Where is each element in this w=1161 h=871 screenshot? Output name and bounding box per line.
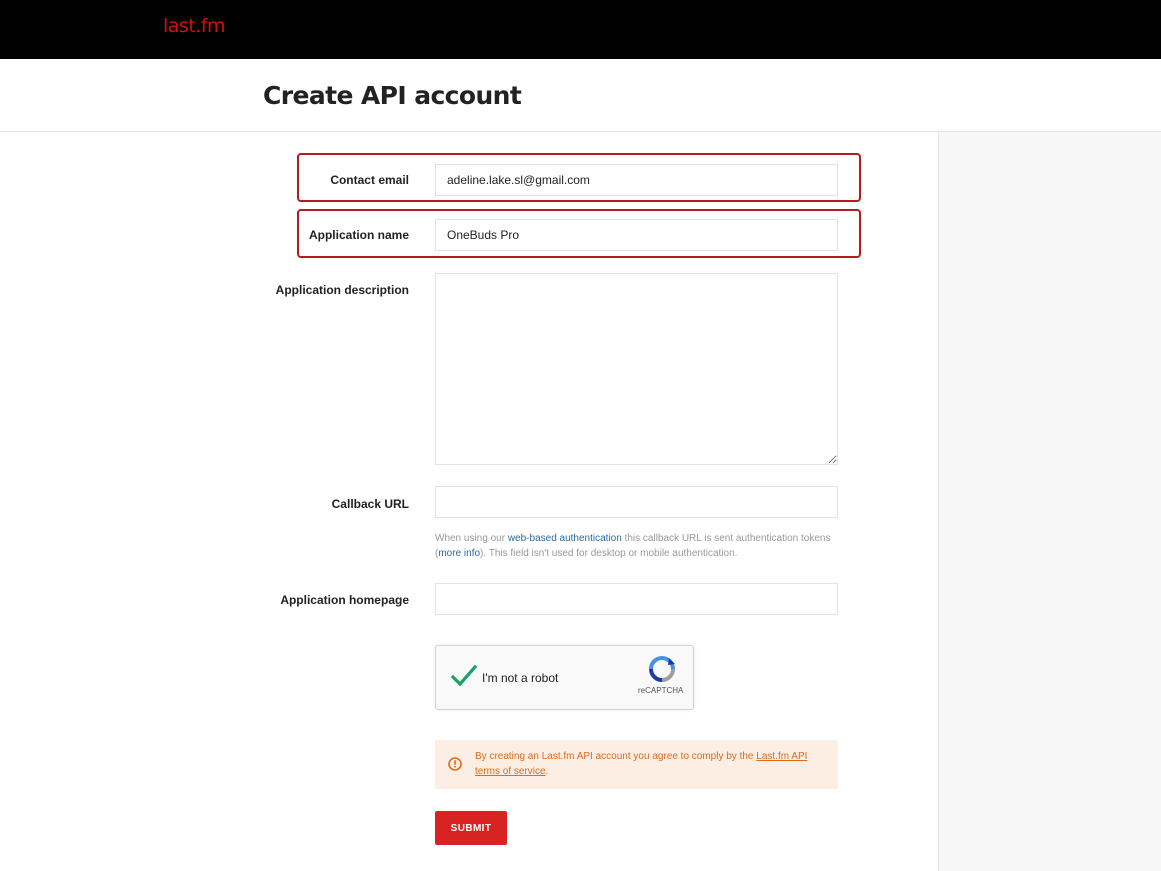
terms-notice: By creating an Last.fm API account you a… — [435, 740, 838, 789]
contact-email-label: Contact email — [330, 173, 409, 187]
application-name-label: Application name — [308, 228, 409, 242]
recaptcha-brand-text: reCAPTCHA — [638, 686, 684, 695]
not-a-robot-label: I'm not a robot — [482, 671, 559, 685]
notice-suffix: . — [545, 766, 549, 777]
lastfm-logo[interactable]: last.fm — [163, 15, 226, 37]
warning-circle-icon — [448, 757, 462, 771]
more-info-link[interactable]: more info — [438, 548, 480, 559]
right-sidebar — [938, 132, 1161, 871]
help-text-prefix: When using our — [435, 533, 508, 544]
application-description-label: Application description — [275, 283, 409, 297]
application-homepage-input[interactable] — [435, 583, 838, 615]
submit-button[interactable]: SUBMIT — [435, 811, 507, 845]
callback-url-input[interactable] — [435, 486, 838, 518]
checkmark-icon[interactable] — [450, 662, 478, 690]
callback-url-help-text: When using our web-based authentication … — [435, 531, 845, 561]
application-name-input[interactable] — [435, 219, 838, 251]
recaptcha-logo-icon — [649, 656, 675, 682]
page-header — [0, 59, 1161, 132]
contact-email-input[interactable] — [435, 164, 838, 196]
notice-prefix: By creating an Last.fm API account you a… — [475, 751, 757, 762]
help-text-suffix: ). This field isn't used for desktop or … — [480, 548, 738, 559]
terms-notice-text: By creating an Last.fm API account you a… — [475, 749, 820, 779]
application-description-textarea[interactable] — [435, 273, 838, 465]
callback-url-label: Callback URL — [331, 497, 409, 511]
top-bar: last.fm — [0, 0, 1161, 59]
page-title: Create API account — [263, 81, 522, 110]
recaptcha-widget[interactable]: I'm not a robot reCAPTCHA — [435, 645, 694, 710]
application-homepage-label: Application homepage — [280, 593, 409, 607]
web-based-authentication-link[interactable]: web-based authentication — [508, 533, 622, 544]
